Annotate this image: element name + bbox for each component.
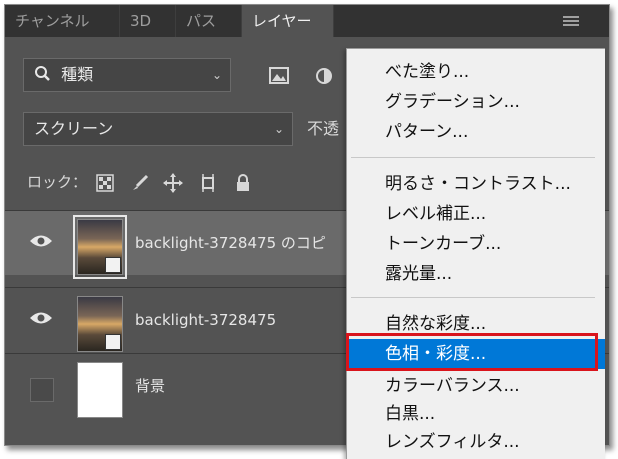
layer-name: 背景 xyxy=(135,377,166,395)
layer-thumbnail xyxy=(77,296,123,352)
eye-visibility-icon[interactable] xyxy=(29,310,53,326)
layer-thumbnail xyxy=(73,215,127,279)
lock-image-pixels-brush-icon[interactable] xyxy=(131,174,149,192)
menu-item-black-white[interactable]: 白黒... xyxy=(347,399,605,429)
menu-separator xyxy=(351,157,595,158)
chevron-down-icon: ⌄ xyxy=(211,68,222,82)
smart-object-icon xyxy=(105,257,121,273)
tab-layers[interactable]: レイヤー xyxy=(242,5,334,37)
lock-transparent-pixels-icon[interactable] xyxy=(96,173,114,192)
menu-item-levels[interactable]: レベル補正... xyxy=(347,199,605,229)
tab-paths[interactable]: パス xyxy=(176,5,242,37)
tab-channels[interactable]: チャンネル xyxy=(5,5,120,37)
image-filter-icon[interactable] xyxy=(269,67,289,85)
search-icon xyxy=(35,66,50,81)
lock-position-move-icon[interactable] xyxy=(163,172,184,193)
eye-visibility-icon[interactable] xyxy=(29,233,53,249)
tab-3d[interactable]: 3D xyxy=(120,5,176,37)
lock-row: ロック： xyxy=(27,165,251,199)
filter-kind-label: 種類 xyxy=(61,65,94,84)
menu-separator xyxy=(351,297,595,298)
layer-name: backlight-3728475 のコピ xyxy=(135,234,326,252)
layer-thumbnail xyxy=(77,362,123,418)
panel-menu-icon[interactable] xyxy=(563,16,579,27)
visibility-toggle-off[interactable] xyxy=(30,378,54,402)
menu-item-solid-color[interactable]: べた塗り... xyxy=(347,57,605,87)
menu-item-color-balance[interactable]: カラーバランス... xyxy=(347,371,605,401)
menu-item-gradient[interactable]: グラデーション... xyxy=(347,87,605,117)
menu-item-pattern[interactable]: パターン... xyxy=(347,117,605,147)
panel-tab-bar: チャンネル 3D パス レイヤー xyxy=(5,5,609,37)
blend-mode-select[interactable]: スクリーン ⌄ xyxy=(23,112,293,146)
filter-kind-select[interactable]: 種類 ⌄ xyxy=(23,58,231,92)
lock-label: ロック： xyxy=(27,173,88,191)
adjustment-layer-menu: べた塗り... グラデーション... パターン... 明るさ・コントラスト...… xyxy=(346,48,605,459)
menu-item-brightness-contrast[interactable]: 明るさ・コントラスト... xyxy=(347,169,605,199)
layer-name: backlight-3728475 xyxy=(135,311,277,329)
opacity-label: 不透 xyxy=(307,119,340,138)
adjustment-filter-icon[interactable] xyxy=(315,67,333,85)
menu-item-curves[interactable]: トーンカーブ... xyxy=(347,229,605,259)
chevron-down-icon: ⌄ xyxy=(273,122,284,136)
lock-artboard-icon[interactable] xyxy=(198,173,218,193)
smart-object-icon xyxy=(105,334,121,350)
blend-mode-value: スクリーン xyxy=(34,119,114,138)
lock-all-icon[interactable] xyxy=(235,173,251,193)
annotation-highlight-box xyxy=(346,333,598,371)
menu-item-photo-filter[interactable]: レンズフィルタ... xyxy=(347,427,605,457)
menu-item-exposure[interactable]: 露光量... xyxy=(347,259,605,289)
